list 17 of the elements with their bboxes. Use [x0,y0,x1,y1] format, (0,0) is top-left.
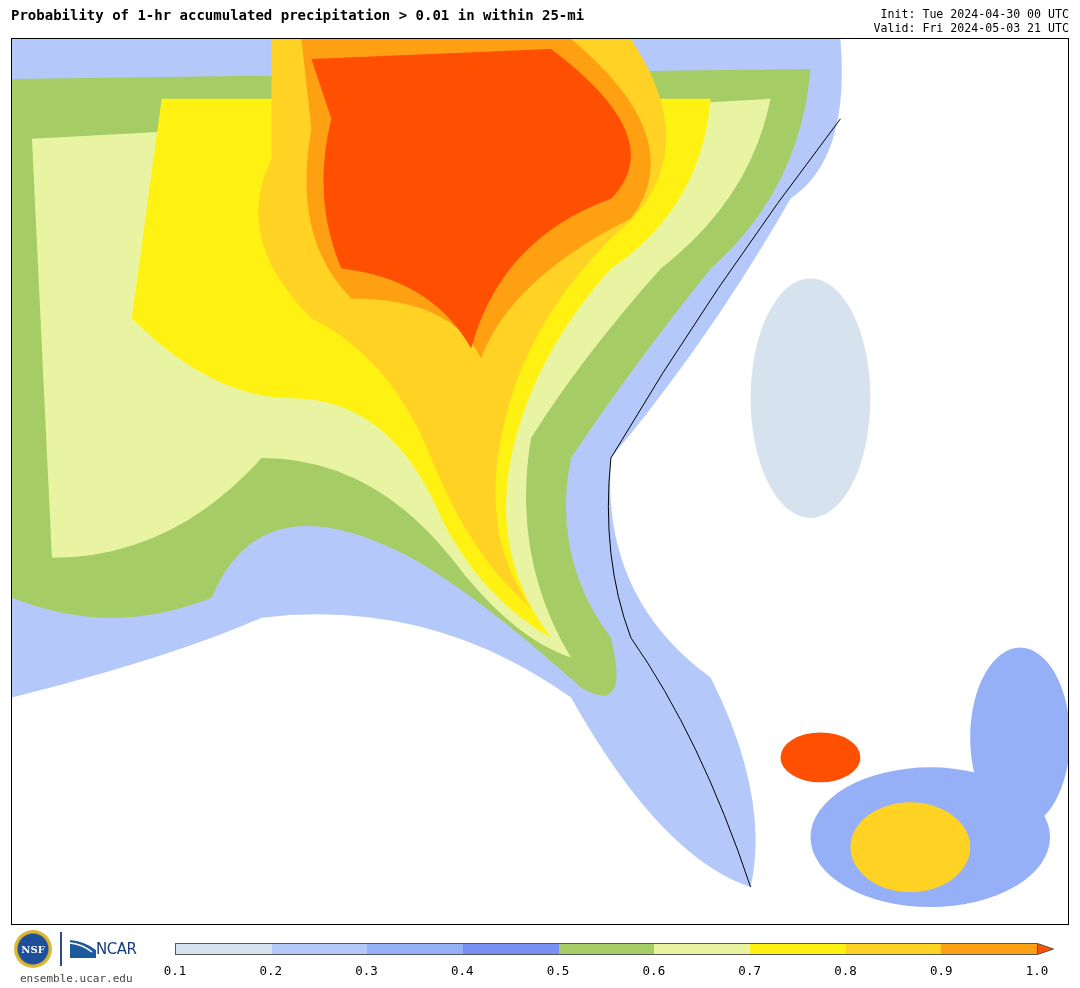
tick-label: 0.6 [642,962,666,980]
tick-label: 0.9 [929,962,953,980]
tick-label: 0.5 [546,962,570,980]
nsf-logo: NSF [14,930,52,968]
ncar-logo-text: NCAR [96,938,137,960]
tick-label: 0.4 [451,962,474,980]
ncar-logo-icon [70,940,96,958]
valid-time: Valid: Fri 2024-05-03 21 UTC [873,21,1069,35]
tick-label: 0.8 [834,962,857,980]
site-url: ensemble.ucar.edu [19,971,134,987]
tick-label: 0.1 [163,962,187,980]
tick-label: 0.2 [259,962,283,980]
tick-label: 1.0 [1025,962,1049,980]
init-time: Init: Tue 2024-04-30 00 UTC [879,7,1069,21]
tick-label: 0.7 [738,962,761,980]
tick-label: 0.3 [355,962,378,980]
chart-title: Probability of 1-hr accumulated precipitation > 0.01 in within 25-mi [11,6,585,25]
